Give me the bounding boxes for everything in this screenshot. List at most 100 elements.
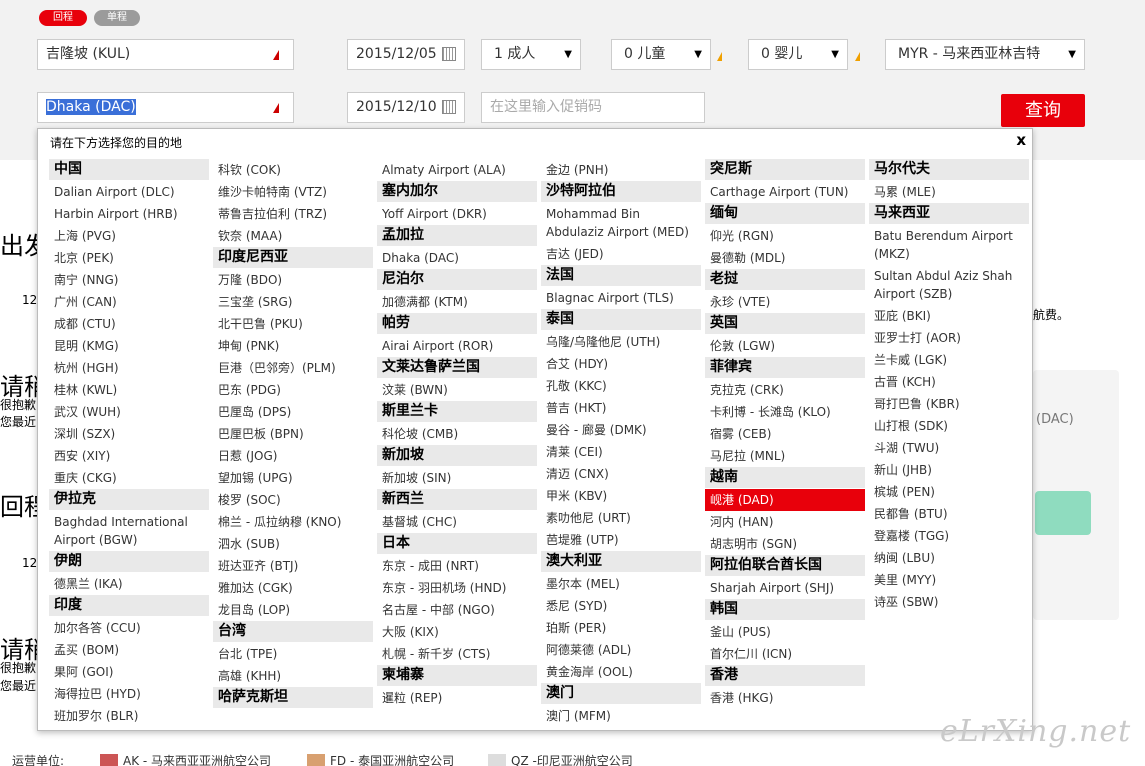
destination-option[interactable]: 曼谷 - 廊曼 (DMK) [541, 419, 701, 441]
destination-option[interactable]: 曼德勒 (MDL) [705, 247, 865, 269]
oneway-trip-toggle[interactable]: 单程 [94, 10, 140, 26]
destination-option[interactable]: 汶莱 (BWN) [377, 379, 537, 401]
destination-option[interactable]: 亚庇 (BKI) [869, 305, 1029, 327]
destination-option[interactable]: 加尔各答 (CCU) [49, 617, 209, 639]
destination-option[interactable]: 亚罗士打 (AOR) [869, 327, 1029, 349]
destination-option[interactable]: 巴厘巴板 (BPN) [213, 423, 373, 445]
operator-qz[interactable]: QZ -印尼亚洲航空公司 [511, 752, 633, 766]
promo-code-input[interactable]: 在这里输入促销码 [481, 92, 705, 123]
destination-option[interactable]: 巴厘岛 (DPS) [213, 401, 373, 423]
destination-option[interactable]: 暹粒 (REP) [377, 687, 537, 709]
destination-option[interactable]: 雅加达 (CGK) [213, 577, 373, 599]
destination-option[interactable]: 马累 (MLE) [869, 181, 1029, 203]
destination-option[interactable]: 登嘉楼 (TGG) [869, 525, 1029, 547]
destination-option[interactable]: 南宁 (NNG) [49, 269, 209, 291]
destination-option[interactable]: 广州 (CAN) [49, 291, 209, 313]
destination-option[interactable]: 金边 (PNH) [541, 159, 701, 181]
destination-option[interactable]: 海得拉巴 (HYD) [49, 683, 209, 705]
destination-option[interactable]: 卡利博 - 长滩岛 (KLO) [705, 401, 865, 423]
operator-fd[interactable]: FD - 泰国亚洲航空公司 [330, 752, 454, 766]
destination-option[interactable]: 诗巫 (SBW) [869, 591, 1029, 613]
destination-option[interactable]: 维沙卡帕特南 (VTZ) [213, 181, 373, 203]
destination-option[interactable]: 宿雾 (CEB) [705, 423, 865, 445]
destination-option[interactable]: 伦敦 (LGW) [705, 335, 865, 357]
destination-option[interactable]: 斗湖 (TWU) [869, 437, 1029, 459]
destination-option[interactable]: 澳门 (MFM) [541, 705, 701, 727]
destination-option[interactable]: 巴东 (PDG) [213, 379, 373, 401]
destination-option[interactable]: Yoff Airport (DKR) [377, 203, 537, 225]
destination-option[interactable]: 孔敬 (KKC) [541, 375, 701, 397]
destination-option[interactable]: 武汉 (WUH) [49, 401, 209, 423]
children-select[interactable]: 0 儿童 ▼ [611, 39, 711, 70]
destination-option[interactable]: 合艾 (HDY) [541, 353, 701, 375]
destination-option[interactable]: 科钦 (COK) [213, 159, 373, 181]
destination-option[interactable]: 古晋 (KCH) [869, 371, 1029, 393]
destination-option[interactable]: Baghdad International Airport (BGW) [49, 511, 209, 551]
destination-option[interactable]: 蒂鲁吉拉伯利 (TRZ) [213, 203, 373, 225]
destination-option[interactable]: 西安 (XIY) [49, 445, 209, 467]
destination-option[interactable]: 吉达 (JED) [541, 243, 701, 265]
return-date-input[interactable]: 2015/12/10 [347, 92, 465, 123]
destination-option[interactable]: 日惹 (JOG) [213, 445, 373, 467]
destination-option[interactable]: 甲米 (KBV) [541, 485, 701, 507]
destination-option[interactable]: 棉兰 - 瓜拉纳穆 (KNO) [213, 511, 373, 533]
destination-input[interactable]: Dhaka (DAC) [37, 92, 294, 123]
destination-option[interactable]: 北京 (PEK) [49, 247, 209, 269]
destination-option[interactable]: 山打根 (SDK) [869, 415, 1029, 437]
destination-option[interactable]: 上海 (PVG) [49, 225, 209, 247]
destination-option[interactable]: 马尼拉 (MNL) [705, 445, 865, 467]
destination-option[interactable]: 黄金海岸 (OOL) [541, 661, 701, 683]
destination-option[interactable]: 巨港（巴邻旁）(PLM) [213, 357, 373, 379]
destination-option[interactable]: 哥打巴鲁 (KBR) [869, 393, 1029, 415]
destination-option[interactable]: 龙目岛 (LOP) [213, 599, 373, 621]
destination-option[interactable]: 清莱 (CEI) [541, 441, 701, 463]
warning-icon[interactable] [855, 52, 860, 61]
destination-option[interactable]: 纳闽 (LBU) [869, 547, 1029, 569]
destination-option[interactable]: 札幌 - 新千岁 (CTS) [377, 643, 537, 665]
close-icon[interactable]: x [1016, 131, 1026, 149]
destination-option[interactable]: 胡志明市 (SGN) [705, 533, 865, 555]
destination-option[interactable]: 钦奈 (MAA) [213, 225, 373, 247]
destination-option[interactable]: 新加坡 (SIN) [377, 467, 537, 489]
destination-option[interactable]: 悉尼 (SYD) [541, 595, 701, 617]
destination-option[interactable]: Airai Airport (ROR) [377, 335, 537, 357]
destination-option[interactable]: 大阪 (KIX) [377, 621, 537, 643]
destination-option[interactable]: 班达亚齐 (BTJ) [213, 555, 373, 577]
destination-option[interactable]: 新山 (JHB) [869, 459, 1029, 481]
destination-option[interactable]: 桂林 (KWL) [49, 379, 209, 401]
select-flight-button[interactable] [1035, 491, 1091, 535]
destination-option[interactable]: 坤甸 (PNK) [213, 335, 373, 357]
depart-date-input[interactable]: 2015/12/05 [347, 39, 465, 70]
destination-option[interactable]: 泗水 (SUB) [213, 533, 373, 555]
destination-option[interactable]: Sultan Abdul Aziz Shah Airport (SZB) [869, 265, 1029, 305]
destination-option[interactable]: 釜山 (PUS) [705, 621, 865, 643]
destination-option[interactable]: Carthage Airport (TUN) [705, 181, 865, 203]
currency-select[interactable]: MYR - 马来西亚林吉特 ▼ [885, 39, 1085, 70]
destination-option[interactable]: 香港 (HKG) [705, 687, 865, 709]
destination-option[interactable]: 成都 (CTU) [49, 313, 209, 335]
destination-option[interactable]: 东京 - 成田 (NRT) [377, 555, 537, 577]
destination-option[interactable]: 首尔仁川 (ICN) [705, 643, 865, 665]
destination-option[interactable]: 加德满都 (KTM) [377, 291, 537, 313]
destination-option[interactable]: 望加锡 (UPG) [213, 467, 373, 489]
destination-option[interactable]: Batu Berendum Airport (MKZ) [869, 225, 1029, 265]
destination-option[interactable]: 高雄 (KHH) [213, 665, 373, 687]
destination-option[interactable]: 孟买 (BOM) [49, 639, 209, 661]
destination-option[interactable]: 梭罗 (SOC) [213, 489, 373, 511]
destination-option[interactable]: 重庆 (CKG) [49, 467, 209, 489]
destination-option[interactable]: 普吉 (HKT) [541, 397, 701, 419]
destination-option[interactable]: 民都鲁 (BTU) [869, 503, 1029, 525]
infants-select[interactable]: 0 婴儿 ▼ [748, 39, 848, 70]
operator-ak[interactable]: AK - 马来西亚亚洲航空公司 [123, 752, 271, 766]
destination-option[interactable]: 台北 (TPE) [213, 643, 373, 665]
destination-option[interactable]: 素叻他尼 (URT) [541, 507, 701, 529]
search-button[interactable]: 查询 [1001, 94, 1085, 127]
destination-option[interactable]: 美里 (MYY) [869, 569, 1029, 591]
calendar-icon[interactable] [442, 47, 456, 61]
adults-select[interactable]: 1 成人 ▼ [481, 39, 581, 70]
destination-option[interactable]: Sharjah Airport (SHJ) [705, 577, 865, 599]
destination-option[interactable]: 兰卡威 (LGK) [869, 349, 1029, 371]
destination-option[interactable]: 班加罗尔 (BLR) [49, 705, 209, 727]
destination-option[interactable]: 万隆 (BDO) [213, 269, 373, 291]
destination-option[interactable]: 河内 (HAN) [705, 511, 865, 533]
